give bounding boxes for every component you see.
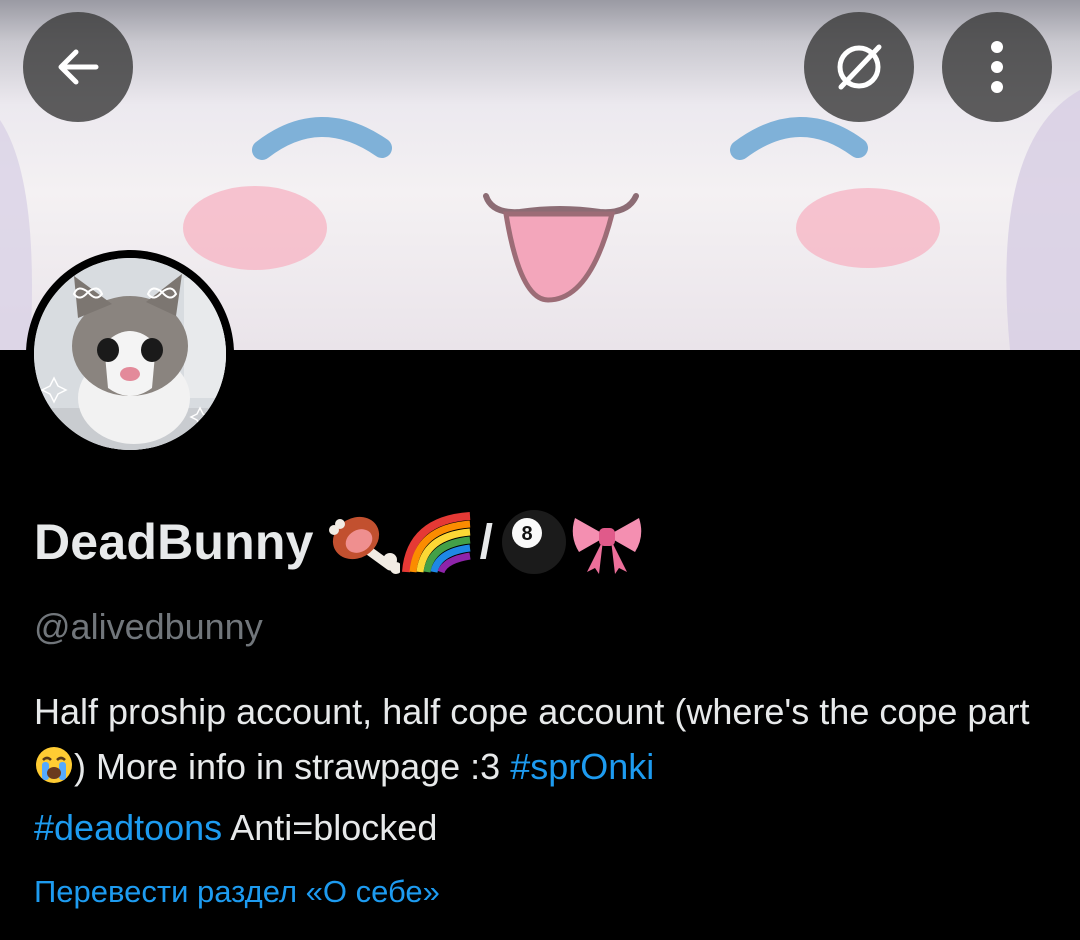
avatar[interactable] <box>26 250 234 458</box>
grok-icon <box>837 44 882 90</box>
display-name-row: DeadBunny / 8 <box>34 502 645 582</box>
more-options-button[interactable] <box>942 12 1052 122</box>
display-name: DeadBunny <box>34 514 314 570</box>
loudly-crying-face-emoji <box>34 745 74 800</box>
8-ball-emoji: 8 <box>501 510 566 574</box>
avatar-image <box>34 258 226 450</box>
username-handle: @alivedbunny <box>34 606 263 647</box>
bio-text-2: ) More info in strawpage :3 <box>74 746 511 787</box>
meat-on-bone-emoji <box>328 516 400 574</box>
hashtag-link[interactable]: #sprOnki <box>510 746 654 787</box>
more-vertical-icon <box>991 41 1003 93</box>
hashtag-link[interactable]: #deadtoons <box>34 807 222 848</box>
bio-text-3: Anti=blocked <box>222 807 438 848</box>
back-button[interactable] <box>23 12 133 122</box>
translate-bio-link[interactable]: Перевести раздел «О себе» <box>34 874 440 910</box>
svg-text:8: 8 <box>521 523 532 545</box>
name-slash: / <box>479 515 493 569</box>
grok-button[interactable] <box>804 12 914 122</box>
arrow-left-icon <box>58 49 99 85</box>
rainbow-emoji <box>401 512 471 574</box>
ribbon-emoji <box>572 518 642 574</box>
bio-text-1: Half proship account, half cope account … <box>34 691 1030 732</box>
profile-bio: Half proship account, half cope account … <box>34 684 1044 855</box>
name-emoji-group: / 8 <box>326 507 645 577</box>
